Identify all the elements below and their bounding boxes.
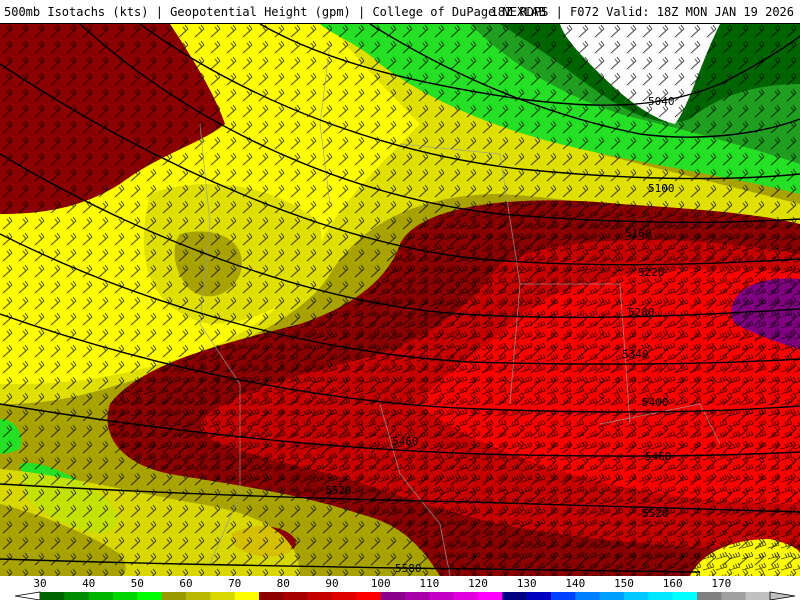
isotach-map: 5040 5100 5160 5220 5280 5340 5400 5460 … bbox=[0, 24, 800, 576]
colorbar-swatch bbox=[502, 592, 527, 600]
colorbar-swatch bbox=[672, 592, 698, 600]
colorbar-tick-label: 100 bbox=[371, 577, 391, 590]
contour-label: 5280 bbox=[628, 306, 655, 319]
contour-label: 5340 bbox=[622, 348, 649, 361]
colorbar-swatch bbox=[356, 592, 381, 600]
colorbar-tick-label: 70 bbox=[228, 577, 241, 590]
colorbar-swatch bbox=[429, 592, 454, 600]
contour-label: 5580 bbox=[395, 562, 422, 575]
colorbar-swatch bbox=[599, 592, 625, 600]
colorbar-swatch bbox=[745, 592, 771, 600]
colorbar-tick-label: 170 bbox=[711, 577, 731, 590]
colorbar-swatch bbox=[721, 592, 746, 600]
contour-label: 5460 bbox=[392, 435, 419, 448]
colorbar-swatch bbox=[551, 592, 576, 600]
colorbar-swatch bbox=[478, 592, 503, 600]
contour-label: 5460 bbox=[645, 450, 672, 463]
model-run-info: 18Z RDPS | F072 Valid: 18Z MON JAN 19 20… bbox=[490, 5, 794, 19]
colorbar-swatch bbox=[113, 592, 138, 600]
colorbar-tick-label: 140 bbox=[565, 577, 585, 590]
colorbar-swatch bbox=[64, 592, 89, 600]
colorbar-swatch bbox=[234, 592, 260, 600]
colorbar-tick-label: 150 bbox=[614, 577, 634, 590]
colorbar-swatch bbox=[332, 592, 357, 600]
colorbar-swatch bbox=[88, 592, 114, 600]
colorbar-swatch bbox=[575, 592, 600, 600]
colorbar-swatch bbox=[259, 592, 284, 600]
colorbar-right-arrow bbox=[769, 591, 796, 600]
colorbar-tick-label: 80 bbox=[277, 577, 290, 590]
colorbar-swatch bbox=[453, 592, 479, 600]
colorbar-swatch bbox=[624, 592, 649, 600]
colorbar-tick-label: 160 bbox=[663, 577, 683, 590]
colorbar-tick-label: 60 bbox=[179, 577, 192, 590]
colorbar-tick-label: 30 bbox=[33, 577, 46, 590]
colorbar-left-arrow bbox=[14, 591, 41, 600]
colorbar-tick-label: 50 bbox=[131, 577, 144, 590]
colorbar-tick-label: 130 bbox=[517, 577, 537, 590]
colorbar-tick-label: 120 bbox=[468, 577, 488, 590]
colorbar-swatch bbox=[405, 592, 430, 600]
colorbar-swatch bbox=[137, 592, 162, 600]
colorbar-swatch bbox=[210, 592, 235, 600]
contour-label: 5520 bbox=[642, 507, 669, 520]
colorbar-swatch bbox=[186, 592, 211, 600]
isotach-colorbar: 30 40 50 60 70 80 90 100 110 120 130 140 150 160 170 bbox=[0, 576, 800, 600]
colorbar-swatch bbox=[161, 592, 187, 600]
contour-label: 5160 bbox=[625, 227, 652, 240]
weather-map-frame: 500mb Isotachs (kts) | Geopotential Heig… bbox=[0, 0, 800, 600]
colorbar-tick-label: 90 bbox=[325, 577, 338, 590]
colorbar-tick-label: 40 bbox=[82, 577, 95, 590]
contour-label: 5100 bbox=[648, 182, 675, 195]
colorbar-swatch bbox=[380, 592, 406, 600]
map-title: 500mb Isotachs (kts) | Geopotential Heig… bbox=[4, 5, 546, 19]
contour-label: 5220 bbox=[638, 266, 665, 279]
colorbar-swatch bbox=[40, 592, 65, 600]
colorbar-swatch bbox=[283, 592, 308, 600]
contour-label: 5400 bbox=[642, 396, 669, 409]
colorbar-swatch bbox=[307, 592, 333, 600]
colorbar-swatch bbox=[526, 592, 552, 600]
contour-label: 5520 bbox=[325, 484, 352, 497]
contour-label: 5040 bbox=[648, 95, 675, 108]
title-bar: 500mb Isotachs (kts) | Geopotential Heig… bbox=[0, 0, 800, 24]
colorbar-tick-label: 110 bbox=[419, 577, 439, 590]
colorbar-swatch bbox=[648, 592, 673, 600]
colorbar-swatch bbox=[697, 592, 722, 600]
